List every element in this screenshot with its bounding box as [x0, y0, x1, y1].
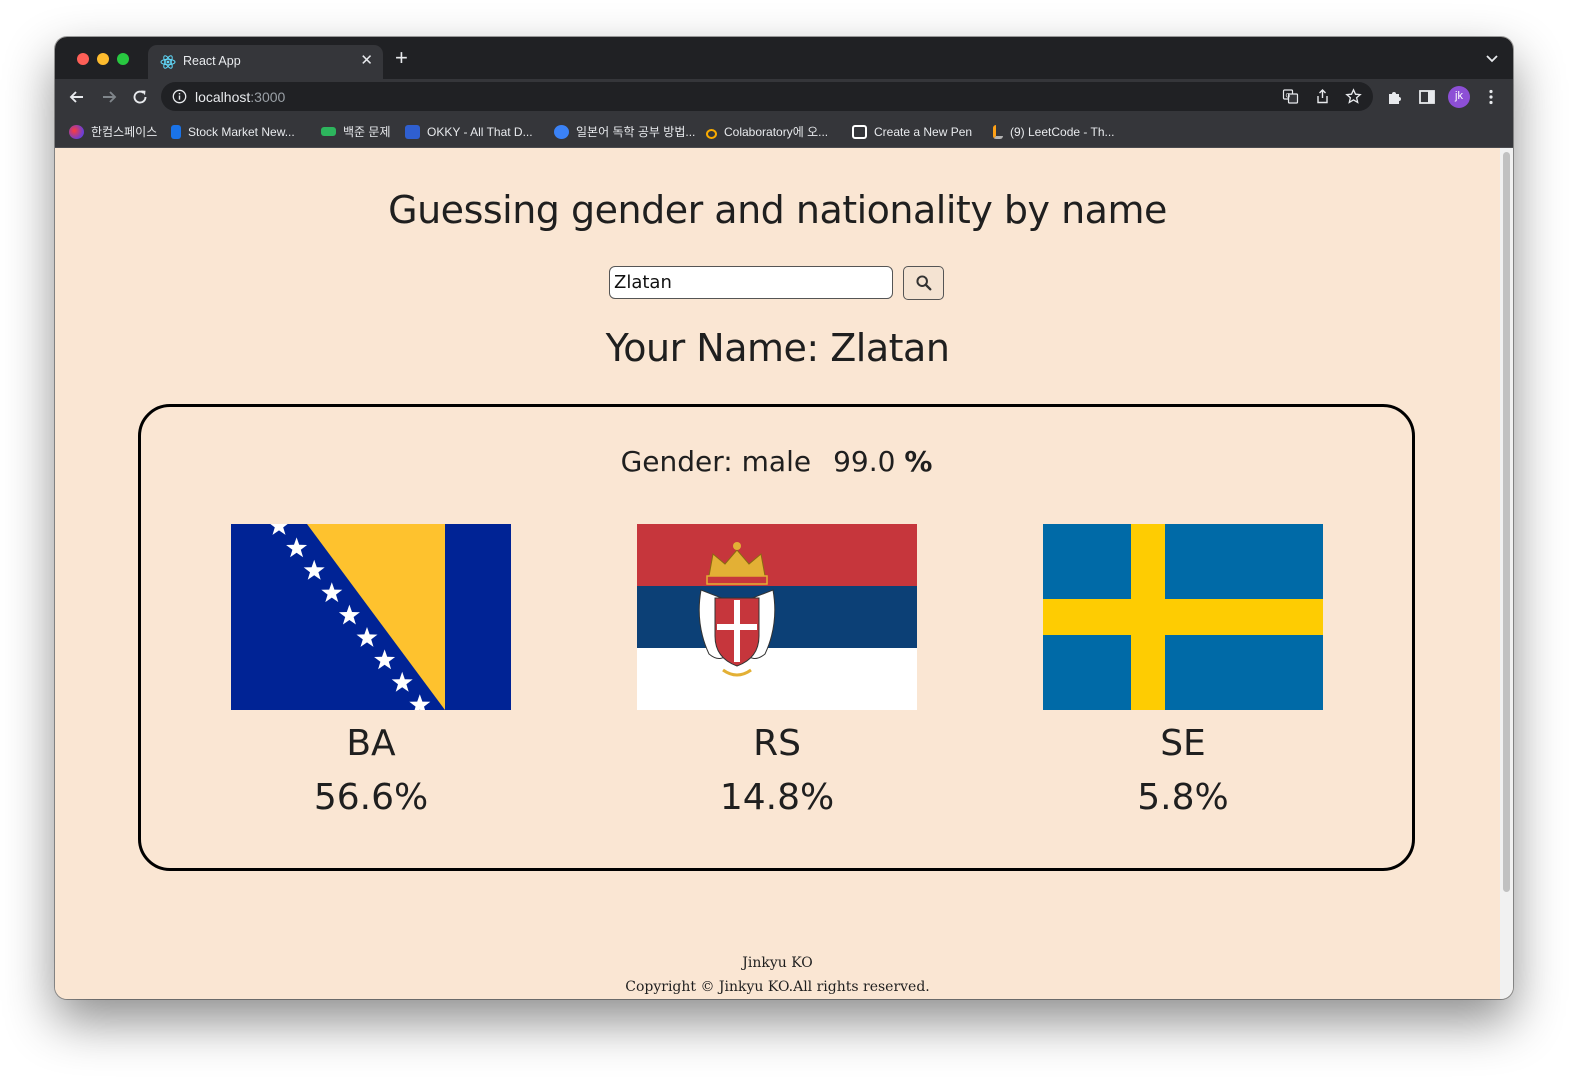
percent-icon: % [904, 445, 933, 478]
browser-toolbar: localhost:3000 G jk [55, 79, 1513, 115]
your-name-heading: Your Name: Zlatan [605, 326, 950, 370]
country-card-ba: BA 56.6% [231, 524, 511, 820]
minimize-window-button[interactable] [97, 53, 109, 65]
baekjoon-icon [321, 127, 336, 136]
hancom-logo-icon [69, 125, 84, 139]
country-code: SE [1160, 723, 1206, 764]
site-info-icon[interactable] [172, 89, 187, 104]
side-panel-icon[interactable] [1418, 88, 1436, 106]
leetcode-icon [993, 125, 1003, 139]
close-window-button[interactable] [77, 53, 89, 65]
back-arrow-icon[interactable] [67, 87, 87, 107]
gender-probability: 99.0 [833, 445, 896, 478]
country-code: RS [753, 723, 801, 764]
sweden-flag [1043, 524, 1323, 710]
footer-author: Jinkyu KO [742, 955, 813, 971]
forward-arrow-icon[interactable] [99, 87, 119, 107]
codepen-icon [852, 125, 867, 139]
share-icon[interactable] [1314, 88, 1331, 105]
tab-search-chevron-icon[interactable] [1485, 51, 1499, 65]
country-code: BA [346, 723, 396, 764]
new-tab-button[interactable]: + [395, 47, 408, 69]
country-percentage: 5.8% [1137, 777, 1229, 818]
zoom-window-button[interactable] [117, 53, 129, 65]
extensions-puzzle-icon[interactable] [1386, 88, 1404, 106]
url-text: localhost:3000 [195, 89, 286, 105]
stock-market-icon [171, 125, 181, 139]
scrollbar-thumb[interactable] [1503, 152, 1510, 892]
bosnia-herzegovina-flag [231, 524, 511, 710]
page-title: Guessing gender and nationality by name [388, 188, 1167, 232]
search-button[interactable] [903, 266, 944, 300]
bookmark-item[interactable]: Stock Market New... [171, 123, 295, 141]
country-card-rs: RS 14.8% [637, 524, 917, 820]
bookmark-item[interactable]: Create a New Pen [852, 123, 972, 141]
gender-label: Gender: male [620, 445, 812, 478]
react-logo-icon [160, 55, 176, 69]
name-search-input[interactable] [609, 266, 893, 299]
country-percentage: 56.6% [313, 777, 429, 818]
bookmark-item[interactable]: 한컴스페이스 [69, 123, 157, 141]
bookmark-item[interactable]: 백준 문제 [321, 123, 391, 141]
page-content: Guessing gender and nationality by name … [55, 148, 1500, 999]
browser-window: React App ✕ + localhost:3000 G jk 한컴스페이스… [55, 37, 1513, 999]
footer-copyright: Copyright © Jinkyu KO.All rights reserve… [625, 979, 930, 995]
tab-close-icon[interactable]: ✕ [360, 52, 373, 70]
gender-result: Gender: male 99.0 % [141, 445, 1412, 478]
colab-icon [706, 129, 717, 139]
profile-avatar[interactable]: jk [1448, 86, 1470, 108]
bookmark-star-icon[interactable] [1345, 88, 1362, 105]
country-card-se: SE 5.8% [1043, 524, 1323, 820]
page-scrollbar[interactable] [1500, 148, 1513, 999]
address-bar[interactable]: localhost:3000 G [161, 82, 1373, 111]
search-icon [916, 275, 932, 291]
result-card: Gender: male 99.0 % BA 56.6% RS 14.8% SE… [138, 404, 1415, 871]
reload-icon[interactable] [130, 87, 150, 107]
svg-text:G: G [1286, 93, 1291, 100]
bookmark-item[interactable]: 일본어 독학 공부 방법... [554, 123, 695, 141]
okky-icon [405, 125, 420, 139]
bookmarks-bar: 한컴스페이스 Stock Market New... 백준 문제 OKKY - … [55, 115, 1513, 148]
tab-strip: React App ✕ + [55, 37, 1513, 79]
bookmark-item[interactable]: OKKY - All That D... [405, 123, 533, 141]
country-percentage: 14.8% [719, 777, 835, 818]
bookmark-item[interactable]: Colaboratory에 오... [706, 123, 828, 141]
translate-icon[interactable]: G [1282, 88, 1299, 105]
tab-title: React App [183, 54, 241, 68]
browser-menu-icon[interactable] [1482, 88, 1500, 106]
bookmark-item[interactable]: (9) LeetCode - Th... [993, 123, 1115, 141]
serbia-flag [637, 524, 917, 710]
tab-react-app[interactable]: React App ✕ [148, 45, 383, 79]
hatena-icon [554, 125, 569, 139]
